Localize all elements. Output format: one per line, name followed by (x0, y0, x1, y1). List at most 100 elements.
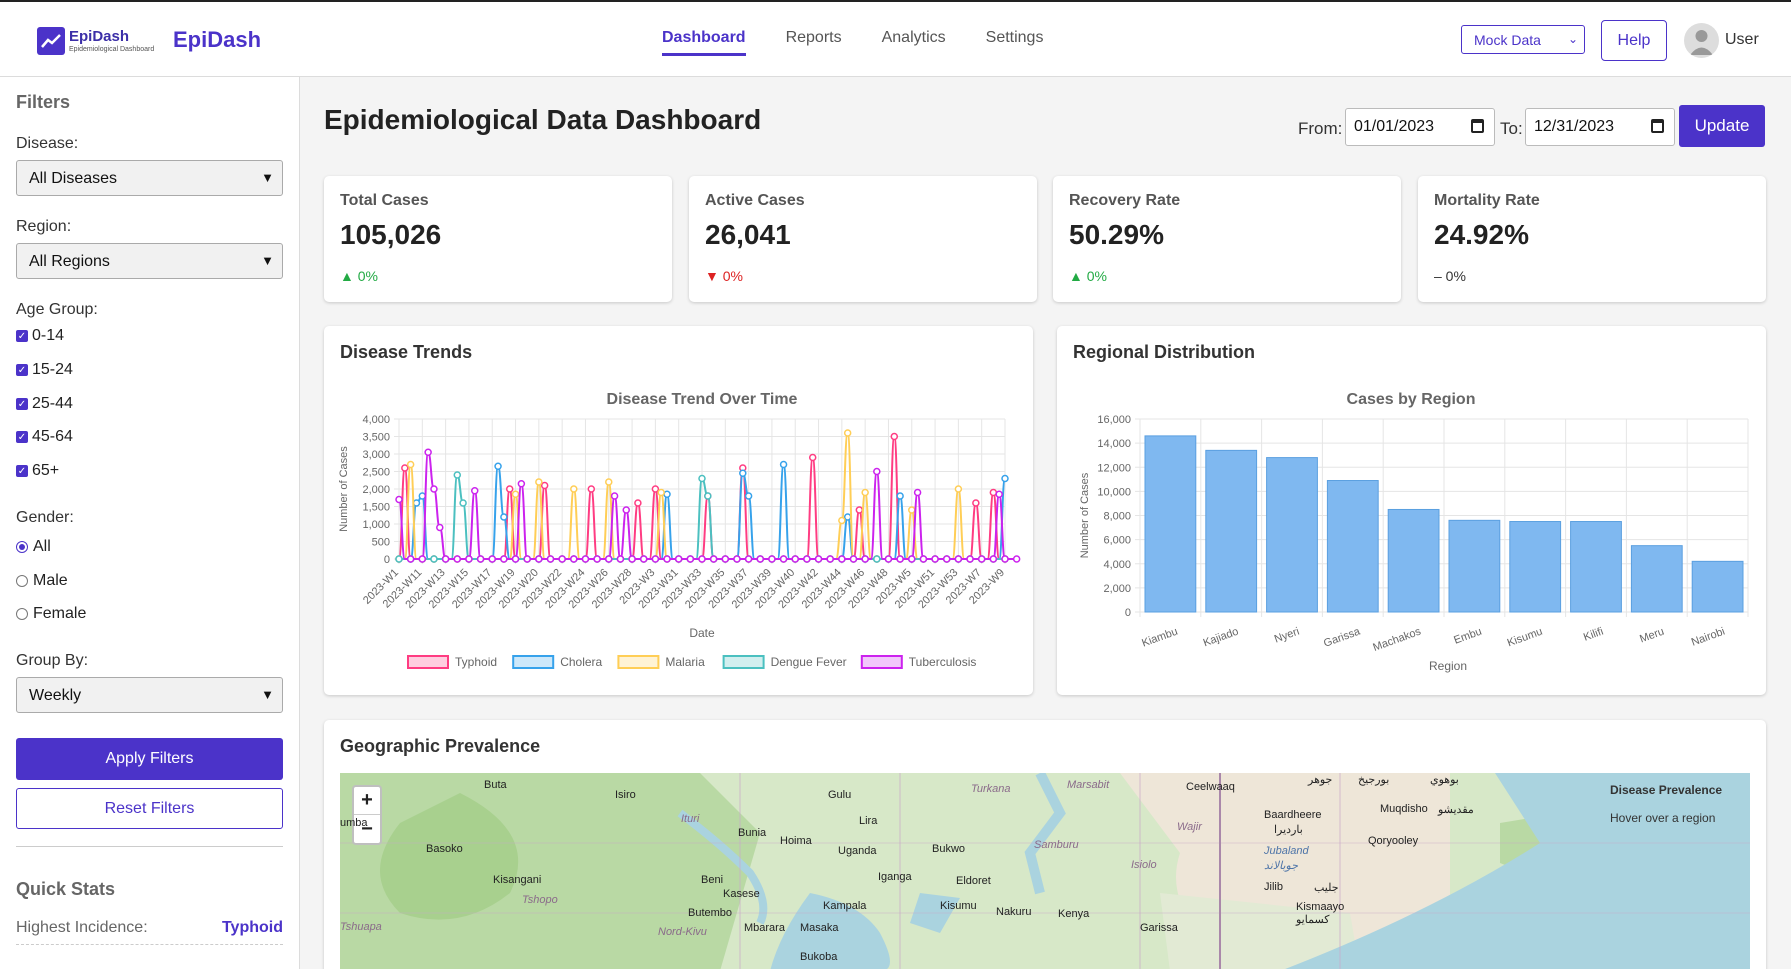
from-label: From: (1298, 119, 1343, 138)
age-option-label: 65+ (32, 462, 60, 479)
disease-select[interactable]: All Diseases ▼ (16, 160, 283, 196)
data-point (849, 555, 858, 563)
data-point (855, 506, 864, 514)
x-tick-label: Nyeri (1273, 626, 1301, 646)
y-tick-label: 2,000 (362, 484, 390, 496)
data-point (826, 555, 834, 563)
user-avatar-icon[interactable] (1684, 23, 1719, 58)
nav-analytics[interactable]: Analytics (882, 29, 946, 56)
data-point (511, 555, 520, 563)
radio-icon[interactable] (16, 608, 28, 620)
from-date-input[interactable]: 01/01/2023 (1345, 108, 1495, 146)
radio-selected-icon[interactable] (16, 541, 28, 553)
bar-meru (1630, 545, 1683, 613)
calendar-icon[interactable] (1651, 119, 1664, 133)
to-date-input[interactable]: 12/31/2023 (1525, 108, 1675, 146)
stat-card-mortality-rate: Mortality Rate 24.92% – 0% (1418, 176, 1766, 302)
disease-trend-chart[interactable]: Disease Trend Over Time 0 500 1,000 1,500 2,0… (324, 326, 1033, 695)
data-point (453, 555, 462, 563)
age-checkbox-25-44[interactable]: ✓ 25-44 (16, 395, 73, 413)
cases-by-region-chart[interactable]: Cases by Region 0 2,000 4,000 6,000 8,000 10,0… (1057, 326, 1766, 695)
quick-stat-highest-incidence: Highest Incidence: Typhoid (16, 919, 283, 945)
bar-nairobi (1691, 560, 1744, 613)
y-axis-label: Number of Cases (338, 446, 350, 532)
data-point (919, 555, 928, 563)
data-point (406, 460, 415, 469)
age-checkbox-65-plus[interactable]: ✓ 65+ (16, 462, 59, 480)
gender-radio-all[interactable]: All (16, 538, 51, 556)
checkbox-checked-icon[interactable]: ✓ (16, 431, 28, 443)
data-point (517, 480, 526, 488)
data-point (756, 555, 765, 563)
stat-value: 26,041 (705, 219, 791, 250)
group-by-select[interactable]: Weekly ▼ (16, 677, 283, 713)
map-tiles (340, 773, 1750, 969)
map-place-label: Butembo (688, 907, 733, 919)
gender-radio-male[interactable]: Male (16, 572, 68, 590)
data-point (954, 485, 963, 493)
radio-icon[interactable] (16, 575, 28, 587)
gender-radio-female[interactable]: Female (16, 605, 86, 623)
data-source-select[interactable]: Mock Data ⌄ (1461, 25, 1585, 54)
nav-settings[interactable]: Settings (986, 29, 1044, 56)
help-button[interactable]: Help (1601, 20, 1667, 61)
map-place-label: Uganda (838, 845, 877, 857)
map-place-label: Jubaland (1264, 845, 1309, 857)
logo-subtitle: Epidemiological Dashboard (69, 46, 155, 53)
age-checkbox-45-64[interactable]: ✓ 45-64 (16, 428, 73, 446)
stat-value: 24.92% (1434, 219, 1529, 250)
y-tick-label: 2,000 (1103, 583, 1131, 595)
data-point (488, 555, 496, 563)
brand-title[interactable]: EpiDash (173, 27, 261, 53)
data-point (890, 432, 899, 441)
y-tick-label: 14,000 (1097, 438, 1131, 450)
calendar-icon[interactable] (1471, 119, 1484, 133)
checkbox-checked-icon[interactable]: ✓ (16, 364, 28, 376)
stat-value: 105,026 (340, 219, 442, 250)
map-place-label: Nakuru (996, 906, 1032, 918)
data-point (430, 485, 438, 493)
legend-swatch (860, 655, 903, 669)
data-point (931, 555, 939, 563)
y-tick-label: 500 (372, 537, 390, 549)
data-point (412, 499, 421, 507)
data-point (1001, 474, 1009, 483)
y-axis-label: Number of Cases (1079, 472, 1091, 558)
y-tick-label: 10,000 (1097, 486, 1131, 498)
map-place-label: مقديشو (1438, 804, 1474, 816)
nav-reports[interactable]: Reports (786, 29, 842, 56)
data-point (570, 555, 578, 563)
age-checkbox-0-14[interactable]: ✓ 0-14 (16, 327, 64, 345)
data-point (505, 485, 514, 493)
map-place-label: Bukoba (800, 951, 838, 963)
data-point (913, 488, 922, 497)
x-tick-label: Garissa (1322, 625, 1363, 650)
update-button[interactable]: Update (1679, 105, 1765, 147)
prevalence-map[interactable]: + − Disease Prevalence Hover over a regi… (340, 773, 1750, 969)
data-point (622, 506, 630, 514)
data-point (459, 499, 467, 507)
stat-change: ▲ 0% (340, 268, 378, 284)
data-point (494, 462, 502, 470)
bar-kisumu (1509, 521, 1562, 613)
data-point (995, 490, 1003, 498)
region-select[interactable]: All Regions ▼ (16, 243, 283, 279)
age-option-label: 45-64 (32, 428, 73, 445)
data-point (803, 555, 811, 563)
logo[interactable]: EpiDash Epidemiological Dashboard (37, 26, 155, 56)
nav-dashboard[interactable]: Dashboard (662, 29, 746, 56)
data-point (401, 464, 409, 472)
checkbox-checked-icon[interactable]: ✓ (16, 398, 28, 410)
map-place-label: Wajir (1177, 821, 1202, 833)
map-place-label: Basoko (426, 843, 463, 855)
user-name[interactable]: User (1725, 31, 1759, 49)
age-checkbox-15-24[interactable]: ✓ 15-24 (16, 361, 73, 379)
age-option-label: 15-24 (32, 361, 73, 378)
apply-filters-button[interactable]: Apply Filters (16, 738, 283, 780)
checkbox-checked-icon[interactable]: ✓ (16, 465, 28, 477)
y-tick-label: 8,000 (1103, 511, 1131, 523)
zoom-in-button[interactable]: + (354, 787, 380, 815)
reset-filters-button[interactable]: Reset Filters (16, 788, 283, 829)
checkbox-checked-icon[interactable]: ✓ (16, 330, 28, 342)
chevron-down-icon: ▼ (261, 170, 274, 185)
